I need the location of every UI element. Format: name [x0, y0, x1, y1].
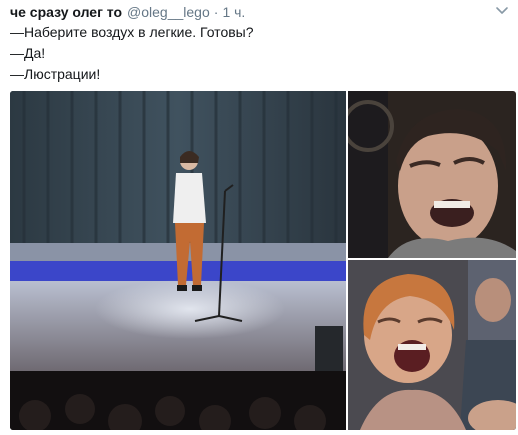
display-name[interactable]: че сразу олег то	[10, 2, 122, 22]
tweet: че сразу олег то @oleg__lego · 1 ч. —Наб…	[0, 0, 518, 435]
separator-dot: ·	[213, 4, 219, 20]
tweet-text: —Наберите воздух в легкие. Готовы? —Да! …	[10, 22, 490, 85]
media-grid	[10, 91, 516, 430]
user-handle[interactable]: @oleg__lego	[127, 2, 210, 22]
photo-laughing-man[interactable]	[348, 91, 516, 258]
tweet-text-line: —Люстрации!	[10, 66, 101, 82]
photo-laughing-woman[interactable]	[348, 260, 516, 430]
tweet-header: че сразу олег то @oleg__lego · 1 ч.	[10, 2, 488, 22]
chevron-down-icon[interactable]	[494, 4, 510, 18]
tweet-timestamp[interactable]: 1 ч.	[222, 2, 245, 22]
photo-stage-performer[interactable]	[10, 91, 346, 430]
tweet-text-line: —Да!	[10, 45, 46, 61]
tweet-text-line: —Наберите воздух в легкие. Готовы?	[10, 24, 254, 40]
